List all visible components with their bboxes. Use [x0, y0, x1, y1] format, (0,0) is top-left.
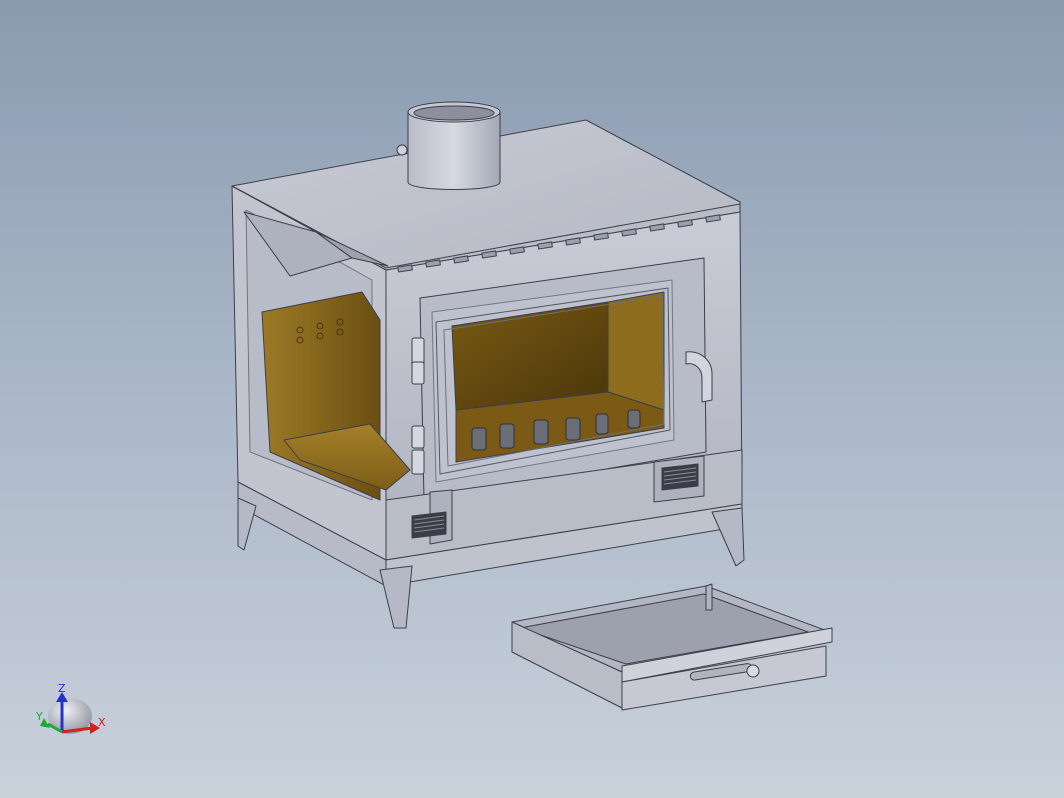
stove-body: [231, 101, 745, 629]
cad-viewport[interactable]: Z X Y: [0, 0, 1064, 798]
leg-back-left: [237, 497, 257, 551]
ash-drawer: [511, 583, 833, 711]
leg-front-right: [711, 507, 745, 567]
stove-model-drawing: Z X Y: [35, 101, 833, 734]
y-axis-label: Y: [35, 710, 43, 723]
x-axis-label: X: [98, 716, 106, 729]
leg-front-left: [379, 565, 413, 629]
drawer-knob: [746, 664, 760, 678]
z-axis-label: Z: [58, 682, 66, 695]
flue-collar: [396, 101, 501, 190]
view-orientation-triad[interactable]: Z X Y: [35, 682, 106, 734]
